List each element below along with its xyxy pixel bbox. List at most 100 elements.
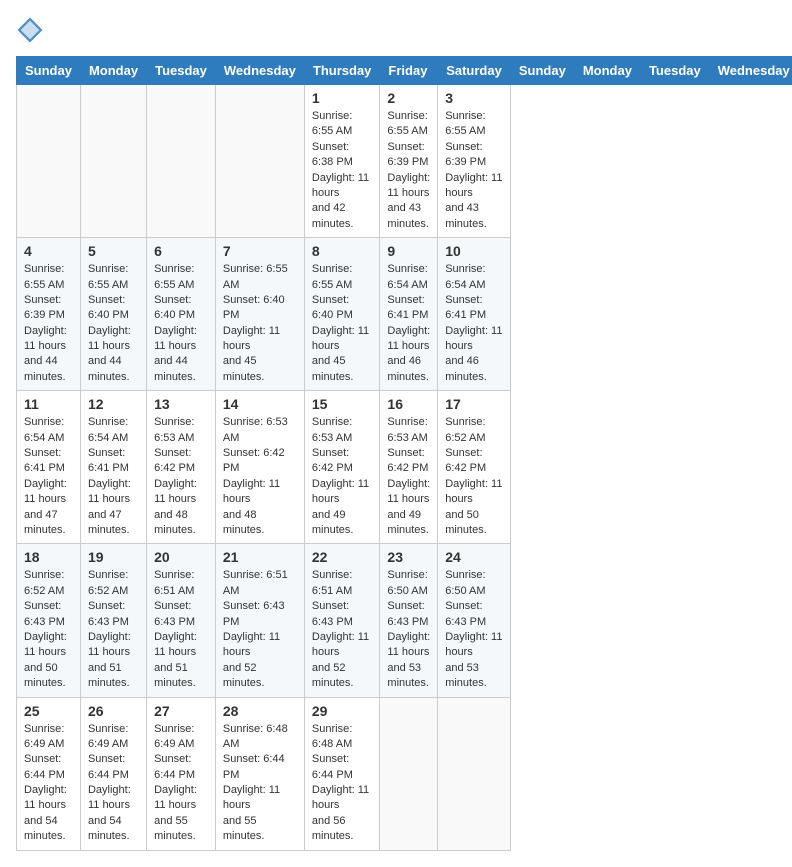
day-cell: [380, 697, 438, 850]
logo-icon: [16, 16, 44, 44]
day-info: Sunrise: 6:54 AM Sunset: 6:41 PM Dayligh…: [24, 415, 73, 538]
day-info: Sunrise: 6:54 AM Sunset: 6:41 PM Dayligh…: [387, 262, 430, 385]
day-cell: 10 Sunrise: 6:54 AM Sunset: 6:41 PM Dayli…: [438, 238, 511, 391]
day-cell: 26 Sunrise: 6:49 AM Sunset: 6:44 PM Dayli…: [80, 697, 146, 850]
day-number: 17: [445, 396, 503, 412]
day-cell: 23Sunrise: 6:50 AM Sunset: 6:43 PM Dayli…: [380, 544, 438, 697]
day-cell: 17Sunrise: 6:52 AM Sunset: 6:42 PM Dayli…: [438, 391, 511, 544]
day-number: 26: [88, 703, 139, 719]
day-info: Sunrise: 6:50 AM Sunset: 6:43 PM Dayligh…: [445, 568, 503, 691]
week-row-5: 25 Sunrise: 6:49 AM Sunset: 6:44 PM Dayli…: [17, 697, 792, 850]
week-row-3: 11 Sunrise: 6:54 AM Sunset: 6:41 PM Dayli…: [17, 391, 792, 544]
day-number: 4: [24, 243, 73, 259]
day-cell: 20 Sunrise: 6:51 AM Sunset: 6:43 PM Dayli…: [147, 544, 216, 697]
day-info: Sunrise: 6:52 AM Sunset: 6:43 PM Dayligh…: [24, 568, 73, 691]
col-header-friday: Friday: [380, 57, 438, 85]
day-info: Sunrise: 6:51 AM Sunset: 6:43 PM Dayligh…: [223, 568, 297, 691]
day-cell: 13 Sunrise: 6:53 AM Sunset: 6:42 PM Dayli…: [147, 391, 216, 544]
day-number: 6: [154, 243, 208, 259]
calendar-table: SundayMondayTuesdayWednesdayThursdayFrid…: [16, 56, 792, 851]
day-cell: [215, 85, 304, 238]
day-number: 27: [154, 703, 208, 719]
day-number: 11: [24, 396, 73, 412]
day-info: Sunrise: 6:53 AM Sunset: 6:42 PM Dayligh…: [387, 415, 430, 538]
col-header-wednesday: Wednesday: [709, 57, 792, 85]
day-info: Sunrise: 6:55 AM Sunset: 6:39 PM Dayligh…: [445, 109, 503, 232]
week-row-2: 4 Sunrise: 6:55 AM Sunset: 6:39 PM Daylig…: [17, 238, 792, 391]
day-cell: 18 Sunrise: 6:52 AM Sunset: 6:43 PM Dayli…: [17, 544, 81, 697]
day-cell: 7 Sunrise: 6:55 AM Sunset: 6:40 PM Daylig…: [215, 238, 304, 391]
day-info: Sunrise: 6:48 AM Sunset: 6:44 PM Dayligh…: [312, 722, 373, 845]
day-number: 23: [387, 549, 430, 565]
day-cell: 15 Sunrise: 6:53 AM Sunset: 6:42 PM Dayli…: [304, 391, 380, 544]
day-info: Sunrise: 6:53 AM Sunset: 6:42 PM Dayligh…: [223, 415, 297, 538]
day-number: 25: [24, 703, 73, 719]
day-number: 8: [312, 243, 373, 259]
col-header-monday: Monday: [80, 57, 146, 85]
day-number: 9: [387, 243, 430, 259]
day-cell: 5 Sunrise: 6:55 AM Sunset: 6:40 PM Daylig…: [80, 238, 146, 391]
day-cell: 24 Sunrise: 6:50 AM Sunset: 6:43 PM Dayli…: [438, 544, 511, 697]
day-number: 21: [223, 549, 297, 565]
day-number: 15: [312, 396, 373, 412]
day-info: Sunrise: 6:49 AM Sunset: 6:44 PM Dayligh…: [88, 722, 139, 845]
day-info: Sunrise: 6:51 AM Sunset: 6:43 PM Dayligh…: [154, 568, 208, 691]
week-row-4: 18 Sunrise: 6:52 AM Sunset: 6:43 PM Dayli…: [17, 544, 792, 697]
day-number: 10: [445, 243, 503, 259]
day-cell: 19 Sunrise: 6:52 AM Sunset: 6:43 PM Dayli…: [80, 544, 146, 697]
day-info: Sunrise: 6:48 AM Sunset: 6:44 PM Dayligh…: [223, 722, 297, 845]
day-number: 29: [312, 703, 373, 719]
day-cell: 8 Sunrise: 6:55 AM Sunset: 6:40 PM Daylig…: [304, 238, 380, 391]
day-number: 24: [445, 549, 503, 565]
day-cell: 4 Sunrise: 6:55 AM Sunset: 6:39 PM Daylig…: [17, 238, 81, 391]
day-cell: 29 Sunrise: 6:48 AM Sunset: 6:44 PM Dayli…: [304, 697, 380, 850]
day-cell: 12Sunrise: 6:54 AM Sunset: 6:41 PM Dayli…: [80, 391, 146, 544]
day-number: 3: [445, 90, 503, 106]
day-info: Sunrise: 6:55 AM Sunset: 6:40 PM Dayligh…: [312, 262, 373, 385]
day-info: Sunrise: 6:53 AM Sunset: 6:42 PM Dayligh…: [154, 415, 208, 538]
day-info: Sunrise: 6:51 AM Sunset: 6:43 PM Dayligh…: [312, 568, 373, 691]
logo: [16, 16, 48, 44]
col-header-tuesday: Tuesday: [147, 57, 216, 85]
day-cell: 6 Sunrise: 6:55 AM Sunset: 6:40 PM Daylig…: [147, 238, 216, 391]
day-info: Sunrise: 6:54 AM Sunset: 6:41 PM Dayligh…: [88, 415, 139, 538]
col-header-monday: Monday: [574, 57, 640, 85]
day-cell: 1 Sunrise: 6:55 AM Sunset: 6:38 PM Daylig…: [304, 85, 380, 238]
col-header-wednesday: Wednesday: [215, 57, 304, 85]
day-info: Sunrise: 6:49 AM Sunset: 6:44 PM Dayligh…: [154, 722, 208, 845]
day-info: Sunrise: 6:52 AM Sunset: 6:43 PM Dayligh…: [88, 568, 139, 691]
day-info: Sunrise: 6:55 AM Sunset: 6:38 PM Dayligh…: [312, 109, 373, 232]
day-cell: 16 Sunrise: 6:53 AM Sunset: 6:42 PM Dayli…: [380, 391, 438, 544]
day-info: Sunrise: 6:55 AM Sunset: 6:40 PM Dayligh…: [88, 262, 139, 385]
day-number: 13: [154, 396, 208, 412]
day-cell: 25Sunrise: 6:49 AM Sunset: 6:44 PM Dayli…: [17, 697, 81, 850]
day-cell: 11 Sunrise: 6:54 AM Sunset: 6:41 PM Dayli…: [17, 391, 81, 544]
day-number: 7: [223, 243, 297, 259]
calendar-header-row: SundayMondayTuesdayWednesdayThursdayFrid…: [17, 57, 792, 85]
day-number: 5: [88, 243, 139, 259]
day-info: Sunrise: 6:54 AM Sunset: 6:41 PM Dayligh…: [445, 262, 503, 385]
col-header-sunday: Sunday: [510, 57, 574, 85]
day-number: 1: [312, 90, 373, 106]
page-header: [16, 16, 776, 44]
day-number: 14: [223, 396, 297, 412]
day-cell: 14 Sunrise: 6:53 AM Sunset: 6:42 PM Dayli…: [215, 391, 304, 544]
col-header-sunday: Sunday: [17, 57, 81, 85]
day-number: 16: [387, 396, 430, 412]
day-cell: 3 Sunrise: 6:55 AM Sunset: 6:39 PM Daylig…: [438, 85, 511, 238]
day-info: Sunrise: 6:53 AM Sunset: 6:42 PM Dayligh…: [312, 415, 373, 538]
day-cell: [438, 697, 511, 850]
day-number: 28: [223, 703, 297, 719]
day-number: 22: [312, 549, 373, 565]
week-row-1: 1 Sunrise: 6:55 AM Sunset: 6:38 PM Daylig…: [17, 85, 792, 238]
day-cell: [17, 85, 81, 238]
day-number: 20: [154, 549, 208, 565]
day-number: 19: [88, 549, 139, 565]
day-cell: 28 Sunrise: 6:48 AM Sunset: 6:44 PM Dayli…: [215, 697, 304, 850]
day-cell: 27 Sunrise: 6:49 AM Sunset: 6:44 PM Dayli…: [147, 697, 216, 850]
day-info: Sunrise: 6:55 AM Sunset: 6:40 PM Dayligh…: [223, 262, 297, 385]
day-number: 18: [24, 549, 73, 565]
day-info: Sunrise: 6:55 AM Sunset: 6:39 PM Dayligh…: [387, 109, 430, 232]
day-info: Sunrise: 6:55 AM Sunset: 6:39 PM Dayligh…: [24, 262, 73, 385]
day-info: Sunrise: 6:55 AM Sunset: 6:40 PM Dayligh…: [154, 262, 208, 385]
